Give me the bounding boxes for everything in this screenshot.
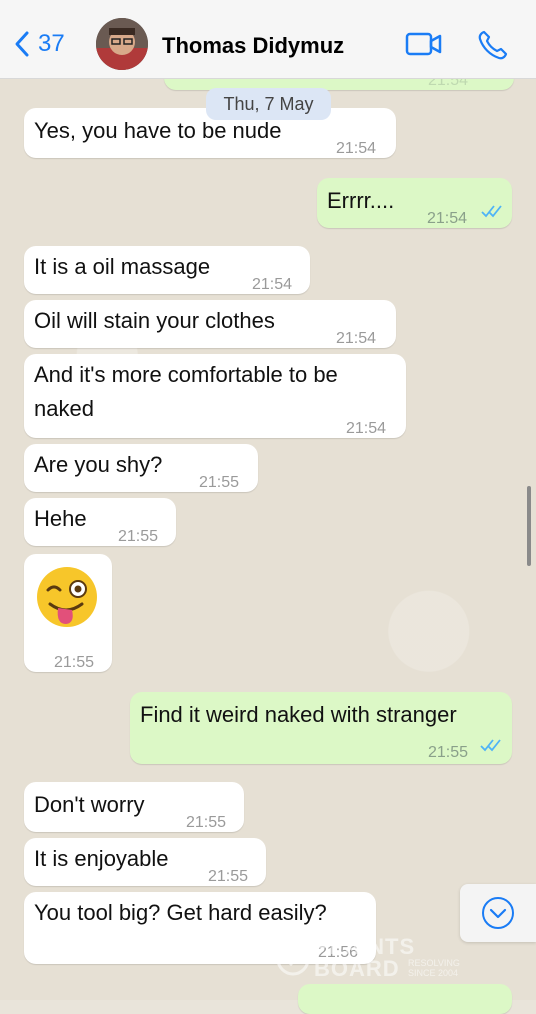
read-receipt-icon <box>481 205 502 218</box>
message-bubble-incoming[interactable]: Are you shy? 21:55 <box>24 444 258 492</box>
message-time: 21:54 <box>427 210 468 227</box>
message-bubble-outgoing[interactable]: Find it weird naked with stranger 21:55 <box>130 692 512 764</box>
unread-count: 37 <box>38 30 65 57</box>
watermark-tagline: RESOLVING SINCE 2004 <box>408 958 460 978</box>
chat-header: 37 Thomas Didymuz <box>0 0 536 79</box>
watermark: PLAINTS BOARD RESOLVING SINCE 2004 <box>276 934 506 982</box>
watermark-logo-icon <box>276 942 310 976</box>
message-bubble-incoming[interactable]: And it's more comfortable to be naked 21… <box>24 354 406 438</box>
date-separator: Thu, 7 May <box>206 88 331 120</box>
message-text-line-2: naked <box>34 396 94 421</box>
phone-call-icon[interactable] <box>476 28 510 62</box>
message-text: Errrr.... <box>327 188 395 213</box>
scrollbar[interactable] <box>527 486 531 566</box>
avatar-image <box>96 18 148 70</box>
message-text: It is enjoyable <box>34 846 169 871</box>
back-button[interactable]: 37 <box>12 30 65 58</box>
message-time: 21:54 <box>336 140 377 157</box>
message-bubble-incoming[interactable]: It is a oil massage 21:54 <box>24 246 310 294</box>
message-time: 21:54 <box>346 420 387 437</box>
message-time: 21:55 <box>428 744 469 761</box>
contact-name[interactable]: Thomas Didymuz <box>162 33 344 59</box>
message-bubble-incoming[interactable]: It is enjoyable 21:55 <box>24 838 266 886</box>
message-time: 21:55 <box>208 868 249 885</box>
message-time: 21:55 <box>199 474 240 491</box>
message-time: 21:54 <box>252 276 293 293</box>
chevron-left-icon <box>15 31 29 57</box>
winking-face-with-tongue-icon <box>37 567 97 627</box>
message-time: 21:55 <box>54 654 95 671</box>
message-text: It is a oil massage <box>34 254 211 279</box>
message-time: 21:54 <box>336 330 377 347</box>
read-receipt-icon <box>480 739 501 752</box>
message-bubble-incoming[interactable]: Hehe 21:55 <box>24 498 176 546</box>
message-time: 21:55 <box>186 814 227 831</box>
message-text: Hehe <box>34 506 87 531</box>
message-text: You tool big? Get hard easily? <box>34 900 327 925</box>
avatar[interactable] <box>96 18 148 70</box>
chevron-down-circle-icon <box>482 897 514 929</box>
message-bubble-incoming[interactable]: Oil will stain your clothes 21:54 <box>24 300 396 348</box>
message-text: Don't worry <box>34 792 145 817</box>
message-time: 21:55 <box>118 528 159 545</box>
video-call-icon[interactable] <box>405 30 443 58</box>
message-bubble-partial <box>298 984 512 1014</box>
message-text: Oil will stain your clothes <box>34 308 275 333</box>
message-bubble-incoming[interactable]: Don't worry 21:55 <box>24 782 244 832</box>
message-text: Find it weird naked with stranger <box>140 702 457 727</box>
watermark-line-2: BOARD <box>314 956 400 981</box>
message-text: Are you shy? <box>34 452 163 477</box>
message-bubble-incoming[interactable]: 21:55 <box>24 554 112 672</box>
message-bubble-outgoing[interactable]: Errrr.... 21:54 <box>317 178 512 228</box>
message-text-line-1: And it's more comfortable to be <box>34 362 338 387</box>
